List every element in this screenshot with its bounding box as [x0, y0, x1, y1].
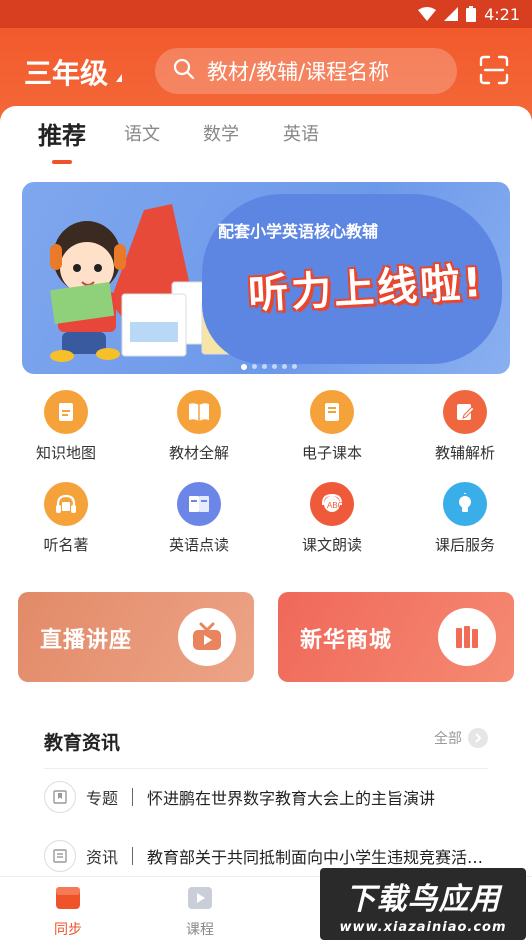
pagination-dot — [262, 364, 267, 369]
feature-read-aloud[interactable]: ABC 课文朗读 — [277, 482, 387, 555]
feature-label: 课后服务 — [434, 536, 495, 554]
view-all-label: 全部 — [434, 731, 462, 747]
feature-knowledge-map[interactable]: 知识地图 — [11, 390, 121, 463]
live-lecture-label: 直播讲座 — [40, 628, 133, 653]
news-category: 专题 — [86, 789, 119, 808]
feature-label: 英语点读 — [168, 536, 229, 554]
banner-subtitle: 配套小学英语核心教辅 — [218, 222, 379, 241]
knowledge-map-icon — [44, 390, 88, 434]
news-view-all[interactable]: 全部 — [434, 728, 488, 748]
signal-icon — [444, 7, 459, 21]
tab-chinese[interactable]: 语文 — [124, 120, 160, 146]
pagination-dot — [241, 364, 247, 370]
banner-pagination — [241, 364, 297, 370]
search-bar[interactable]: 教材/教辅/课程名称 — [155, 48, 457, 94]
news-category: 资讯 — [86, 848, 119, 867]
feature-label: 课文朗读 — [301, 536, 362, 554]
read-aloud-icon: ABC — [310, 482, 354, 526]
education-news: 教育资讯 全部 专题 怀进鹏在世界数字教育大会上的主旨演讲 资讯 教育部关于共同… — [22, 704, 510, 894]
nav-courses[interactable]: 课程 — [170, 885, 230, 939]
feature-after-school[interactable]: 课后服务 — [410, 482, 520, 555]
news-headline: 怀进鹏在世界数字教育大会上的主旨演讲 — [147, 789, 436, 808]
search-icon — [173, 58, 195, 85]
bookmark-icon — [44, 781, 76, 813]
book-tab-icon — [54, 885, 82, 915]
tab-english[interactable]: 英语 — [283, 120, 319, 146]
feature-grid: 知识地图 教材全解 电子课本 教辅解析 听名著 英语点读 ABC 课文朗读 课后… — [0, 390, 532, 570]
wifi-icon — [418, 7, 437, 21]
battery-icon — [466, 6, 477, 22]
status-bar: 4:21 — [0, 0, 532, 28]
pagination-dot — [252, 364, 257, 369]
divider — [44, 768, 488, 769]
xinhua-mall-label: 新华商城 — [300, 628, 393, 653]
promo-banner[interactable]: 配套小学英语核心教辅 听力上线啦! — [22, 182, 510, 374]
nav-label: 同步 — [54, 922, 82, 938]
divider — [132, 847, 134, 865]
feature-label: 电子课本 — [301, 444, 362, 462]
feature-label: 教辅解析 — [434, 444, 495, 462]
feature-label: 知识地图 — [35, 444, 96, 462]
watermark: 下载鸟应用 www.xiazainiao.com — [320, 868, 526, 940]
status-time: 4:21 — [484, 4, 520, 24]
watermark-url: www.xiazainiao.com — [339, 919, 507, 935]
xinhua-mall-card[interactable]: 新华商城 — [278, 592, 514, 682]
main-content: 推荐 语文 数学 英语 配套小学英语核心教辅 听力上线啦! 知识地图 教材全解 … — [0, 106, 532, 894]
svg-text:ABC: ABC — [327, 501, 344, 510]
newspaper-icon — [44, 840, 76, 872]
feature-label: 教材全解 — [168, 444, 229, 462]
e-book-icon — [310, 390, 354, 434]
grade-selector[interactable]: 三年级 — [24, 52, 123, 92]
feature-english-reading[interactable]: 英语点读 — [144, 482, 254, 555]
pagination-dot — [292, 364, 297, 369]
active-tab-indicator — [52, 160, 72, 164]
tv-icon — [178, 608, 236, 666]
news-item[interactable]: 专题 怀进鹏在世界数字教育大会上的主旨演讲 — [44, 780, 490, 814]
feature-e-textbook[interactable]: 电子课本 — [277, 390, 387, 463]
english-reading-icon — [177, 482, 221, 526]
feature-label: 听名著 — [43, 536, 89, 554]
textbook-icon — [177, 390, 221, 434]
live-lecture-card[interactable]: 直播讲座 — [18, 592, 254, 682]
subject-tabs: 推荐 语文 数学 英语 — [0, 106, 532, 170]
feature-listen-classics[interactable]: 听名著 — [11, 482, 121, 555]
play-tab-icon — [186, 885, 214, 915]
news-headline: 教育部关于共同抵制面向中小学生违规竞赛活动的通知 — [147, 848, 487, 867]
news-section-title: 教育资讯 — [44, 732, 121, 754]
lightbulb-icon — [443, 482, 487, 526]
grade-label: 三年级 — [24, 57, 109, 90]
books-icon — [438, 608, 496, 666]
divider — [132, 788, 134, 806]
headphones-icon — [44, 482, 88, 526]
nav-label: 课程 — [186, 922, 214, 938]
search-placeholder: 教材/教辅/课程名称 — [207, 60, 390, 84]
banner-headline: 听力上线啦! — [247, 259, 486, 319]
pagination-dot — [282, 364, 287, 369]
feature-guide-analysis[interactable]: 教辅解析 — [410, 390, 520, 463]
watermark-title: 下载鸟应用 — [345, 881, 501, 917]
tab-recommended[interactable]: 推荐 — [38, 116, 86, 151]
feature-textbook-full[interactable]: 教材全解 — [144, 390, 254, 463]
dropdown-triangle-icon — [116, 74, 123, 82]
edit-doc-icon — [443, 390, 487, 434]
pagination-dot — [272, 364, 277, 369]
tab-math[interactable]: 数学 — [203, 120, 239, 146]
chevron-right-icon — [468, 728, 488, 748]
nav-sync[interactable]: 同步 — [38, 885, 98, 939]
scan-icon[interactable] — [478, 54, 510, 86]
